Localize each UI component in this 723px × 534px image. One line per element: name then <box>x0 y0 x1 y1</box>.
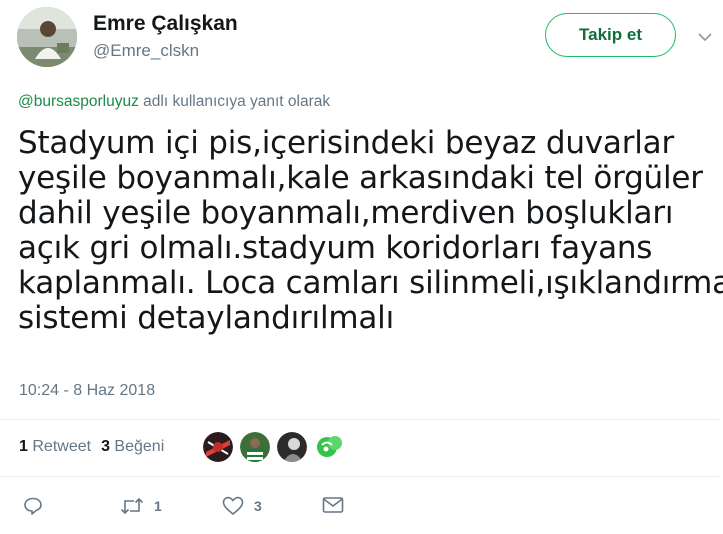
tweet-stats: 1 Retweet 3 Beğeni <box>19 438 174 456</box>
like-stat-count: 3 <box>101 438 110 455</box>
tweet-text-line: yeşile boyanmalı,kale arkasındaki tel ör… <box>18 160 703 196</box>
like-stat-label: Beğeni <box>114 438 165 455</box>
retweet-count: 1 <box>154 498 162 514</box>
retweet-button[interactable]: 1 <box>120 496 162 516</box>
divider <box>0 476 719 477</box>
tweet-text-line: sistemi detaylandırılmalı <box>18 300 394 336</box>
follow-button[interactable]: Takip et <box>545 13 676 57</box>
retweet-stat-count: 1 <box>19 438 28 455</box>
reply-context-suffix: adlı kullanıcıya yanıt olarak <box>138 93 331 110</box>
heart-icon <box>222 496 244 516</box>
like-count: 3 <box>254 498 262 514</box>
reply-icon <box>23 496 43 516</box>
author-handle[interactable]: @Emre_clskn <box>93 41 199 61</box>
retweet-stat-label: Retweet <box>32 438 92 455</box>
reply-button[interactable] <box>23 496 43 516</box>
avatar-photo-icon <box>17 7 77 67</box>
like-stat[interactable]: 3 Beğeni <box>101 438 164 456</box>
retweet-stat[interactable]: 1 Retweet <box>19 438 91 456</box>
liker-avatar[interactable] <box>314 432 344 462</box>
retweet-icon <box>120 496 144 516</box>
envelope-icon <box>322 496 344 514</box>
tweet-text: Stadyum içi pis,içerisindeki beyaz duvar… <box>18 125 723 336</box>
reply-mention-link[interactable]: @bursasporluyuz <box>18 93 139 110</box>
tweet-text-line: kaplanmalı. Loca camları silinmeli,ışıkl… <box>18 265 723 301</box>
author-avatar[interactable] <box>17 7 77 67</box>
tweet-text-line: dahil yeşile boyanmalı,merdiven boşlukla… <box>18 195 674 231</box>
tweet-text-line: açık gri olmalı.stadyum koridorları faya… <box>18 230 653 266</box>
liker-avatar[interactable] <box>240 432 270 462</box>
like-button[interactable]: 3 <box>222 496 262 516</box>
direct-message-button[interactable] <box>322 496 344 514</box>
liker-avatar[interactable] <box>277 432 307 462</box>
tweet-timestamp[interactable]: 10:24 - 8 Haz 2018 <box>19 382 155 400</box>
divider <box>0 419 719 420</box>
chevron-down-icon[interactable] <box>697 29 713 45</box>
liker-avatar[interactable] <box>203 432 233 462</box>
likers-avatars <box>203 432 351 462</box>
author-name[interactable]: Emre Çalışkan <box>93 12 238 36</box>
tweet-text-line: Stadyum içi pis,içerisindeki beyaz duvar… <box>18 125 675 161</box>
reply-context: @bursasporluyuz adlı kullanıcıya yanıt o… <box>18 93 330 111</box>
